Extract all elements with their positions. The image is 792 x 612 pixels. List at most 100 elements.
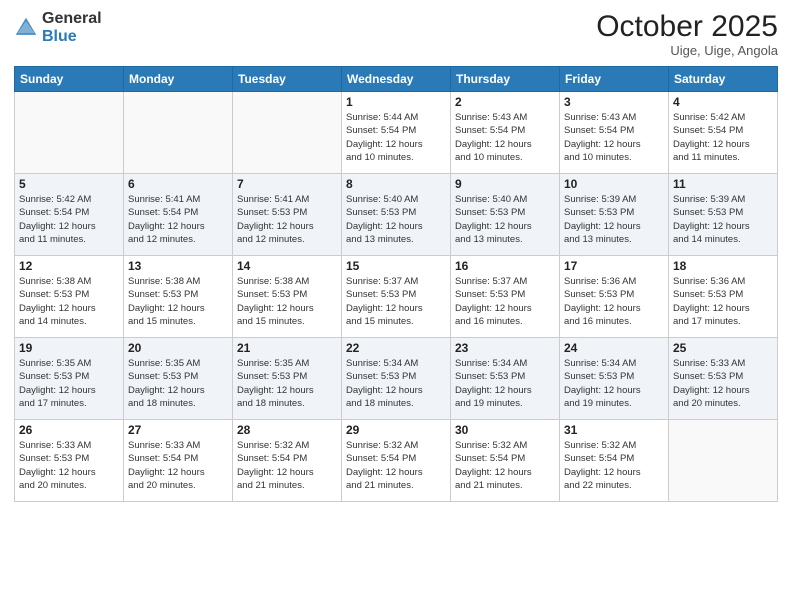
day-info: Sunrise: 5:36 AMSunset: 5:53 PMDaylight:… — [673, 275, 773, 328]
day-info: Sunrise: 5:43 AMSunset: 5:54 PMDaylight:… — [564, 111, 664, 164]
day-info: Sunrise: 5:32 AMSunset: 5:54 PMDaylight:… — [346, 439, 446, 492]
day-number: 12 — [19, 259, 119, 273]
day-info: Sunrise: 5:35 AMSunset: 5:53 PMDaylight:… — [19, 357, 119, 410]
day-info: Sunrise: 5:37 AMSunset: 5:53 PMDaylight:… — [455, 275, 555, 328]
calendar-day-cell: 17 Sunrise: 5:36 AMSunset: 5:53 PMDayligh… — [560, 256, 669, 338]
day-number: 14 — [237, 259, 337, 273]
day-number: 21 — [237, 341, 337, 355]
calendar-day-cell: 4 Sunrise: 5:42 AMSunset: 5:54 PMDaylight… — [669, 92, 778, 174]
day-info: Sunrise: 5:38 AMSunset: 5:53 PMDaylight:… — [237, 275, 337, 328]
logo-blue-text: Blue — [42, 28, 77, 45]
day-info: Sunrise: 5:40 AMSunset: 5:53 PMDaylight:… — [455, 193, 555, 246]
calendar-day-cell: 28Sunrise: 5:32 AMSunset: 5:54 PMDayligh… — [233, 420, 342, 502]
weekday-header-cell: Saturday — [669, 67, 778, 92]
day-info: Sunrise: 5:34 AMSunset: 5:53 PMDaylight:… — [346, 357, 446, 410]
calendar-day-cell — [124, 92, 233, 174]
day-info: Sunrise: 5:42 AMSunset: 5:54 PMDaylight:… — [673, 111, 773, 164]
day-info: Sunrise: 5:41 AMSunset: 5:53 PMDaylight:… — [237, 193, 337, 246]
calendar-day-cell — [669, 420, 778, 502]
calendar-table: SundayMondayTuesdayWednesdayThursdayFrid… — [14, 66, 778, 502]
title-block: October 2025 Uige, Uige, Angola — [596, 10, 778, 58]
month-title: October 2025 — [596, 10, 778, 43]
day-number: 20 — [128, 341, 228, 355]
day-info: Sunrise: 5:41 AMSunset: 5:54 PMDaylight:… — [128, 193, 228, 246]
calendar-day-cell: 7 Sunrise: 5:41 AMSunset: 5:53 PMDaylight… — [233, 174, 342, 256]
day-info: Sunrise: 5:37 AMSunset: 5:53 PMDaylight:… — [346, 275, 446, 328]
day-number: 5 — [19, 177, 119, 191]
calendar-day-cell — [233, 92, 342, 174]
day-info: Sunrise: 5:35 AMSunset: 5:53 PMDaylight:… — [128, 357, 228, 410]
calendar-day-cell: 9 Sunrise: 5:40 AMSunset: 5:53 PMDaylight… — [451, 174, 560, 256]
weekday-header-cell: Wednesday — [342, 67, 451, 92]
calendar-body: 1Sunrise: 5:44 AMSunset: 5:54 PMDaylight… — [15, 92, 778, 502]
calendar-day-cell: 14 Sunrise: 5:38 AMSunset: 5:53 PMDayligh… — [233, 256, 342, 338]
day-number: 4 — [673, 95, 773, 109]
calendar-day-cell: 31Sunrise: 5:32 AMSunset: 5:54 PMDayligh… — [560, 420, 669, 502]
day-info: Sunrise: 5:36 AMSunset: 5:53 PMDaylight:… — [564, 275, 664, 328]
calendar-week-row: 1Sunrise: 5:44 AMSunset: 5:54 PMDaylight… — [15, 92, 778, 174]
day-info: Sunrise: 5:33 AMSunset: 5:53 PMDaylight:… — [673, 357, 773, 410]
calendar-day-cell: 10Sunrise: 5:39 AMSunset: 5:53 PMDayligh… — [560, 174, 669, 256]
calendar-day-cell: 26 Sunrise: 5:33 AMSunset: 5:53 PMDayligh… — [15, 420, 124, 502]
page-header: General Blue October 2025 Uige, Uige, An… — [14, 10, 778, 58]
day-info: Sunrise: 5:35 AMSunset: 5:53 PMDaylight:… — [237, 357, 337, 410]
day-number: 6 — [128, 177, 228, 191]
day-info: Sunrise: 5:40 AMSunset: 5:53 PMDaylight:… — [346, 193, 446, 246]
day-number: 15 — [346, 259, 446, 273]
day-info: Sunrise: 5:42 AMSunset: 5:54 PMDaylight:… — [19, 193, 119, 246]
calendar-week-row: 12 Sunrise: 5:38 AMSunset: 5:53 PMDayligh… — [15, 256, 778, 338]
logo-text: General Blue — [42, 10, 102, 45]
day-info: Sunrise: 5:43 AMSunset: 5:54 PMDaylight:… — [455, 111, 555, 164]
day-info: Sunrise: 5:39 AMSunset: 5:53 PMDaylight:… — [673, 193, 773, 246]
location: Uige, Uige, Angola — [596, 43, 778, 58]
day-info: Sunrise: 5:32 AMSunset: 5:54 PMDaylight:… — [237, 439, 337, 492]
day-number: 22 — [346, 341, 446, 355]
weekday-header-cell: Tuesday — [233, 67, 342, 92]
calendar-day-cell — [15, 92, 124, 174]
calendar-day-cell: 13Sunrise: 5:38 AMSunset: 5:53 PMDayligh… — [124, 256, 233, 338]
day-number: 29 — [346, 423, 446, 437]
day-info: Sunrise: 5:38 AMSunset: 5:53 PMDaylight:… — [19, 275, 119, 328]
calendar-day-cell: 18Sunrise: 5:36 AMSunset: 5:53 PMDayligh… — [669, 256, 778, 338]
day-number: 16 — [455, 259, 555, 273]
calendar-week-row: 5 Sunrise: 5:42 AMSunset: 5:54 PMDaylight… — [15, 174, 778, 256]
weekday-header-cell: Friday — [560, 67, 669, 92]
calendar-day-cell: 19Sunrise: 5:35 AMSunset: 5:53 PMDayligh… — [15, 338, 124, 420]
day-number: 17 — [564, 259, 664, 273]
calendar-day-cell: 27 Sunrise: 5:33 AMSunset: 5:54 PMDayligh… — [124, 420, 233, 502]
day-info: Sunrise: 5:32 AMSunset: 5:54 PMDaylight:… — [564, 439, 664, 492]
calendar-day-cell: 1Sunrise: 5:44 AMSunset: 5:54 PMDaylight… — [342, 92, 451, 174]
day-number: 7 — [237, 177, 337, 191]
day-number: 10 — [564, 177, 664, 191]
day-info: Sunrise: 5:34 AMSunset: 5:53 PMDaylight:… — [564, 357, 664, 410]
day-info: Sunrise: 5:33 AMSunset: 5:54 PMDaylight:… — [128, 439, 228, 492]
calendar-day-cell: 23Sunrise: 5:34 AMSunset: 5:53 PMDayligh… — [451, 338, 560, 420]
calendar-week-row: 19Sunrise: 5:35 AMSunset: 5:53 PMDayligh… — [15, 338, 778, 420]
calendar-day-cell: 11Sunrise: 5:39 AMSunset: 5:53 PMDayligh… — [669, 174, 778, 256]
day-number: 3 — [564, 95, 664, 109]
weekday-header-cell: Monday — [124, 67, 233, 92]
day-info: Sunrise: 5:33 AMSunset: 5:53 PMDaylight:… — [19, 439, 119, 492]
weekday-header-cell: Sunday — [15, 67, 124, 92]
calendar-day-cell: 12 Sunrise: 5:38 AMSunset: 5:53 PMDayligh… — [15, 256, 124, 338]
calendar-day-cell: 16 Sunrise: 5:37 AMSunset: 5:53 PMDayligh… — [451, 256, 560, 338]
day-info: Sunrise: 5:32 AMSunset: 5:54 PMDaylight:… — [455, 439, 555, 492]
calendar-day-cell: 22 Sunrise: 5:34 AMSunset: 5:53 PMDayligh… — [342, 338, 451, 420]
weekday-header-row: SundayMondayTuesdayWednesdayThursdayFrid… — [15, 67, 778, 92]
logo-icon — [14, 16, 38, 40]
calendar-day-cell: 30Sunrise: 5:32 AMSunset: 5:54 PMDayligh… — [451, 420, 560, 502]
calendar-day-cell: 15 Sunrise: 5:37 AMSunset: 5:53 PMDayligh… — [342, 256, 451, 338]
day-number: 13 — [128, 259, 228, 273]
calendar-day-cell: 8 Sunrise: 5:40 AMSunset: 5:53 PMDaylight… — [342, 174, 451, 256]
logo: General Blue — [14, 10, 102, 45]
calendar-day-cell: 20 Sunrise: 5:35 AMSunset: 5:53 PMDayligh… — [124, 338, 233, 420]
day-number: 25 — [673, 341, 773, 355]
day-number: 9 — [455, 177, 555, 191]
day-number: 27 — [128, 423, 228, 437]
day-number: 8 — [346, 177, 446, 191]
calendar-day-cell: 6 Sunrise: 5:41 AMSunset: 5:54 PMDaylight… — [124, 174, 233, 256]
day-number: 26 — [19, 423, 119, 437]
day-number: 23 — [455, 341, 555, 355]
day-number: 24 — [564, 341, 664, 355]
calendar-day-cell: 21 Sunrise: 5:35 AMSunset: 5:53 PMDayligh… — [233, 338, 342, 420]
